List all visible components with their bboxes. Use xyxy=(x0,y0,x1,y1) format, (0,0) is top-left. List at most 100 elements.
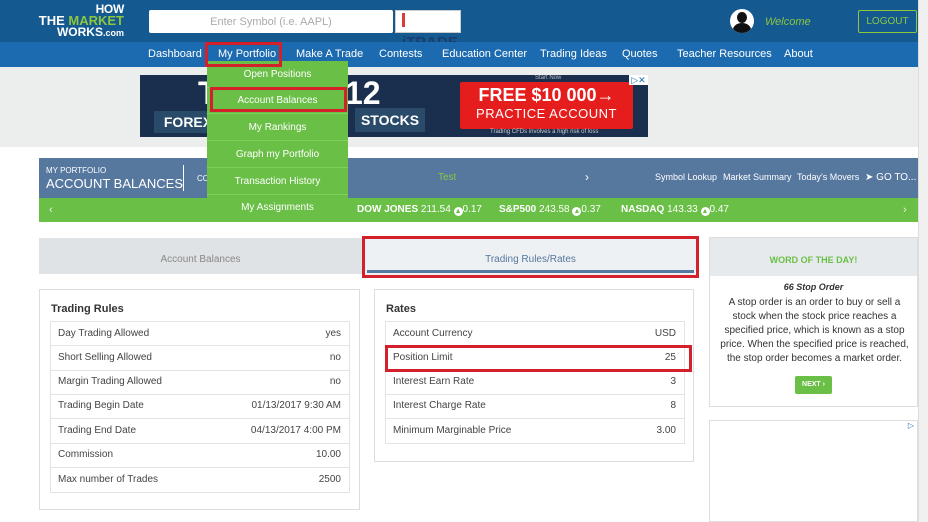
site-logo[interactable]: HOW THE MARKET WORKS.com xyxy=(38,3,125,39)
nav-about[interactable]: About xyxy=(784,42,813,67)
table-row: Commission 10.00 xyxy=(50,443,350,468)
banner-cta-line1: FREE $10 000→ xyxy=(478,85,615,105)
word-of-day-header: WORD OF THE DAY! xyxy=(710,238,917,276)
row-label: Account Currency xyxy=(393,328,473,339)
my-portfolio-dropdown: Open Positions Account Balances My Ranki… xyxy=(207,61,348,221)
nav-education-center[interactable]: Education Center xyxy=(442,42,527,67)
goto-link[interactable]: ➤ GO TO... xyxy=(865,172,916,183)
welcome-text: Welcome xyxy=(765,16,811,28)
nav-trading-ideas[interactable]: Trading Ideas xyxy=(540,42,607,67)
ticker-item-dow[interactable]: DOW JONES 211.54 ▲0.17 xyxy=(357,204,482,216)
row-label: Commission xyxy=(58,449,114,460)
menu-my-rankings[interactable]: My Rankings xyxy=(207,114,348,141)
row-value: 3 xyxy=(670,376,676,387)
nav-dashboard[interactable]: Dashboard xyxy=(148,42,202,67)
banner-start-now: Start Now xyxy=(535,75,562,81)
row-label: Max number of Trades xyxy=(58,474,159,485)
banner-cta-line2: PRACTICE ACCOUNT xyxy=(476,106,617,121)
portfolio-bar: MY PORTFOLIO ACCOUNT BALANCES CO Test › … xyxy=(39,158,918,198)
banner-stocks: STOCKS xyxy=(355,108,425,132)
banner-risk-note: Trading CFDs involves a high risk of los… xyxy=(490,129,599,135)
ad-close-icon[interactable]: ▷✕ xyxy=(629,75,648,85)
banner-big-number: 12 xyxy=(345,75,381,111)
portfolio-small-title: MY PORTFOLIO xyxy=(46,166,107,175)
symbol-search-input[interactable] xyxy=(149,10,393,33)
logo-line3: WORKS.com xyxy=(38,25,124,39)
ticker-prev-icon[interactable]: ‹ xyxy=(49,204,53,216)
ticker-name: NASDAQ xyxy=(621,204,665,215)
word-of-day-term: 66 Stop Order xyxy=(783,282,844,292)
banner-cta-button[interactable]: FREE $10 000→ PRACTICE ACCOUNT xyxy=(460,82,633,129)
table-row: Max number of Trades 2500 xyxy=(50,468,350,493)
row-value: yes xyxy=(325,328,341,339)
row-label: Short Selling Allowed xyxy=(58,352,152,363)
ticker-name: S&P500 xyxy=(499,204,537,215)
table-row: Account Currency USD xyxy=(385,321,685,346)
goto-label: GO TO... xyxy=(876,172,917,183)
table-row: Minimum Marginable Price 3.00 xyxy=(385,419,685,444)
row-value: 10.00 xyxy=(315,449,341,460)
logout-button[interactable]: LOGOUT xyxy=(858,10,917,33)
rates-card: Rates Account Currency USD Position Limit… xyxy=(374,289,694,462)
arrow-up-icon: ▲ xyxy=(700,207,710,216)
table-row: Trading Begin Date 01/13/2017 9:30 AM xyxy=(50,394,350,419)
nav-quotes[interactable]: Quotes xyxy=(622,42,657,67)
row-value: 3.00 xyxy=(656,425,676,436)
ticker-value: 243.58 xyxy=(539,204,570,215)
menu-transaction-history[interactable]: Transaction History xyxy=(207,168,348,195)
trading-rules-card: Trading Rules Day Trading Allowed yes Sho… xyxy=(39,289,360,510)
row-label: Minimum Marginable Price xyxy=(393,425,512,436)
row-value: 01/13/2017 9:30 AM xyxy=(251,400,341,411)
divider xyxy=(183,165,184,191)
row-value: 04/13/2017 4:00 PM xyxy=(250,425,341,436)
row-value: no xyxy=(329,376,341,387)
row-label: Trading Begin Date xyxy=(58,400,144,411)
market-summary-link[interactable]: Market Summary xyxy=(723,172,792,182)
ticker-value: 143.33 xyxy=(667,204,698,215)
row-label: Day Trading Allowed xyxy=(58,328,150,339)
ticker-item-nasdaq[interactable]: NASDAQ 143.33 ▲0.47 xyxy=(621,204,729,216)
ticker-change: 0.37 xyxy=(581,204,601,215)
ticker-name: DOW JONES xyxy=(357,204,419,215)
itrade-mark-icon xyxy=(402,13,405,27)
logo-suffix: .com xyxy=(102,28,124,38)
row-label: Margin Trading Allowed xyxy=(58,376,162,387)
ticker-change: 0.17 xyxy=(462,204,482,215)
highlight-my-portfolio xyxy=(205,42,282,67)
table-row: Short Selling Allowed no xyxy=(50,346,350,371)
row-value: no xyxy=(329,352,341,363)
market-ticker: ‹ DOW JONES 211.54 ▲0.17 S&P500 243.58 ▲… xyxy=(39,198,918,222)
itrade-button[interactable]: iTRADE xyxy=(395,10,461,51)
table-row: Margin Trading Allowed no xyxy=(50,370,350,395)
nav-contests[interactable]: Contests xyxy=(379,42,422,67)
user-avatar-icon[interactable] xyxy=(730,9,754,33)
sidebar-ad[interactable]: ▷ xyxy=(709,420,918,522)
symbol-lookup-link[interactable]: Symbol Lookup xyxy=(655,172,717,182)
highlight-account-balances xyxy=(210,87,347,112)
menu-graph-portfolio[interactable]: Graph my Portfolio xyxy=(207,141,348,168)
next-word-button[interactable]: NEXT › xyxy=(795,376,832,394)
chevron-right-icon[interactable]: › xyxy=(585,170,589,184)
ticker-item-sp500[interactable]: S&P500 243.58 ▲0.37 xyxy=(499,204,601,216)
ad-choices-icon[interactable]: ▷ xyxy=(905,421,917,431)
page-scrollbar[interactable] xyxy=(918,0,928,522)
highlight-trading-rules-tab xyxy=(362,236,699,278)
row-value: 2500 xyxy=(318,474,341,485)
todays-movers-link[interactable]: Today's Movers xyxy=(797,172,859,182)
table-row: Day Trading Allowed yes xyxy=(50,321,350,346)
nav-teacher-resources[interactable]: Teacher Resources xyxy=(677,42,772,67)
logo-works: WORKS xyxy=(56,25,103,39)
account-name-selector[interactable]: Test xyxy=(438,172,456,183)
table-row: Interest Earn Rate 3 xyxy=(385,370,685,395)
rates-title: Rates xyxy=(386,303,416,315)
ticker-value: 211.54 xyxy=(420,204,451,215)
page-title: ACCOUNT BALANCES xyxy=(46,176,184,191)
cursor-icon: ➤ xyxy=(865,172,877,183)
ticker-next-icon[interactable]: › xyxy=(903,204,907,216)
row-label: Interest Charge Rate xyxy=(393,400,486,411)
table-row: Trading End Date 04/13/2017 4:00 PM xyxy=(50,419,350,444)
highlight-position-limit xyxy=(385,345,692,372)
row-label: Interest Earn Rate xyxy=(393,376,475,387)
menu-my-assignments[interactable]: My Assignments xyxy=(207,194,348,221)
tab-account-balances[interactable]: Account Balances xyxy=(39,238,362,274)
